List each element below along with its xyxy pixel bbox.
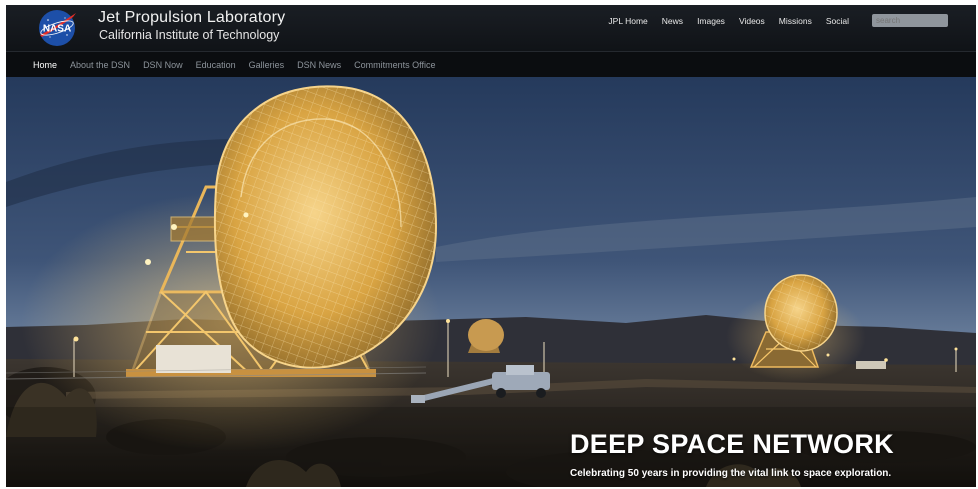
hero-subline: Celebrating 50 years in providing the vi… [570,468,892,479]
site-subtitle[interactable]: California Institute of Technology [99,28,279,42]
hero-headline: DEEP SPACE NETWORK [570,429,894,459]
top-link-videos[interactable]: Videos [732,16,772,26]
browser-page: NASA Jet Propulsion Laboratory Californi… [6,5,976,487]
nav-galleries[interactable]: Galleries [249,60,285,70]
nav-dsn-now[interactable]: DSN Now [143,60,183,70]
top-link-images[interactable]: Images [690,16,732,26]
nav-commitments-office[interactable]: Commitments Office [354,60,435,70]
top-link-jpl-home[interactable]: JPL Home [601,16,654,26]
nav-home[interactable]: Home [33,60,57,70]
nasa-logo-text: NASA [43,24,71,35]
top-link-missions[interactable]: Missions [772,16,819,26]
site-title[interactable]: Jet Propulsion Laboratory [98,9,285,27]
top-links: JPL Home News Images Videos Missions Soc… [601,16,856,26]
nav-about-the-dsn[interactable]: About the DSN [70,60,130,70]
search-input[interactable] [872,14,948,27]
main-nav: Home About the DSN DSN Now Education Gal… [6,51,976,78]
site-header: NASA Jet Propulsion Laboratory Californi… [6,5,976,51]
hero-banner[interactable]: DEEP SPACE NETWORK Celebrating 50 years … [6,77,976,487]
top-link-news[interactable]: News [655,16,690,26]
hero-image [6,77,976,487]
nav-education[interactable]: Education [196,60,236,70]
nav-dsn-news[interactable]: DSN News [297,60,341,70]
top-link-social[interactable]: Social [819,16,856,26]
nasa-meatball-icon[interactable]: NASA [36,8,78,48]
